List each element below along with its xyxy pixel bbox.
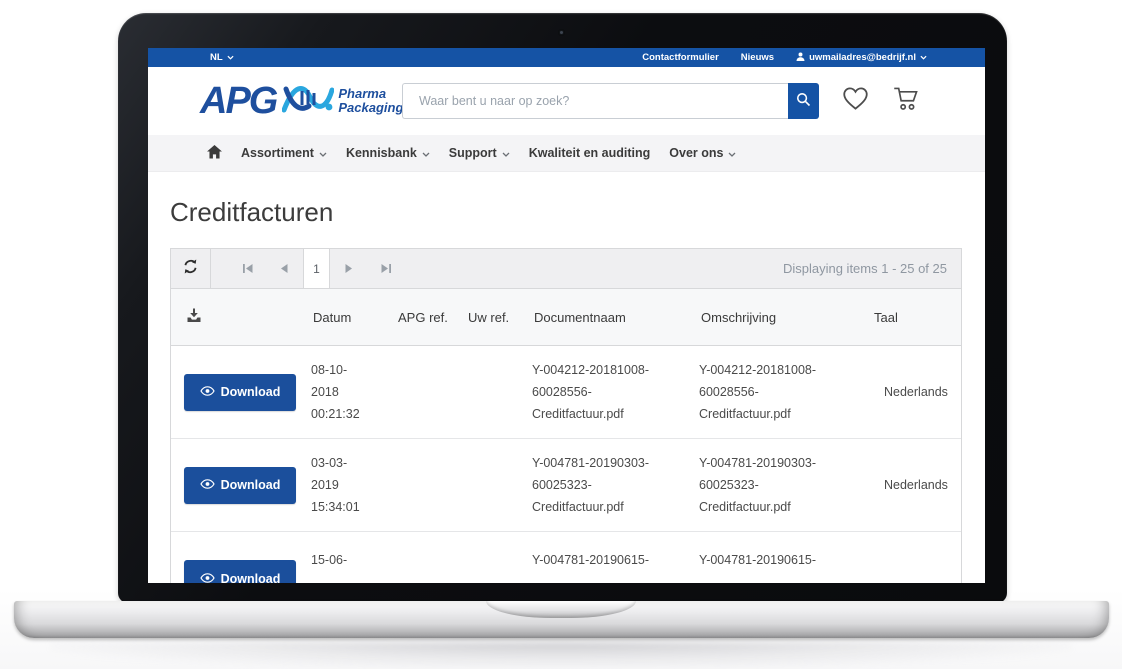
account-menu[interactable]: uwmailadres@bedrijf.nl — [796, 52, 927, 64]
user-icon — [796, 52, 805, 64]
cell-taal: Nederlands — [859, 474, 963, 496]
contact-form-label: Contactformulier — [642, 52, 719, 63]
nav-assortiment[interactable]: Assortiment — [241, 146, 327, 160]
cell-omschrijving: Y-004781-20190303-60025323-Creditfactuur… — [686, 452, 859, 518]
laptop-screen: NL Contactformulier Nieuws uwmailadre — [148, 48, 985, 583]
search-bar — [402, 83, 819, 119]
nav-kennisbank[interactable]: Kennisbank — [346, 146, 430, 160]
page-title: Creditfacturen — [170, 197, 963, 228]
cell-documentnaam: Y-004781-20190303-60025323-Creditfactuur… — [519, 452, 686, 518]
laptop-reflection — [50, 642, 1072, 668]
chevron-down-icon — [422, 146, 430, 160]
download-all-column-header[interactable] — [173, 308, 300, 326]
news-link[interactable]: Nieuws — [741, 52, 774, 63]
first-page-button[interactable] — [229, 249, 266, 288]
refresh-button[interactable] — [171, 249, 211, 288]
column-header-datum[interactable]: Datum — [300, 310, 385, 325]
heart-icon — [842, 86, 869, 116]
news-label: Nieuws — [741, 52, 774, 63]
chevron-down-icon — [728, 146, 736, 160]
column-header-omschrijving[interactable]: Omschrijving — [688, 310, 861, 325]
search-button[interactable] — [788, 83, 819, 119]
chevron-down-icon — [319, 146, 327, 160]
column-header-documentnaam[interactable]: Documentnaam — [521, 310, 688, 325]
search-icon — [796, 92, 811, 110]
cell-documentnaam: Y-004212-20181008-60028556-Creditfactuur… — [519, 359, 686, 425]
eye-icon — [200, 572, 215, 584]
column-header-taal[interactable]: Taal — [861, 310, 965, 325]
logo-wordmark: APG — [200, 82, 276, 120]
table-body: Download 08-10-2018 00:21:32 Y-004212-20… — [171, 346, 961, 583]
download-button[interactable]: Download — [184, 374, 296, 411]
nav-label: Kwaliteit en auditing — [529, 146, 651, 160]
cell-datum: 15-06- — [298, 549, 383, 571]
home-icon — [207, 145, 222, 162]
download-button-label: Download — [221, 478, 281, 492]
nav-label: Kennisbank — [346, 146, 417, 160]
nav-kwaliteit-en-auditing[interactable]: Kwaliteit en auditing — [529, 146, 651, 160]
cell-datum: 03-03-2019 15:34:01 — [298, 452, 383, 518]
table-row: Download 03-03-2019 15:34:01 Y-004781-20… — [171, 439, 961, 532]
nav-home[interactable] — [207, 145, 222, 162]
cell-omschrijving: Y-004212-20181008-60028556-Creditfactuur… — [686, 359, 859, 425]
documents-grid: 1 Displaying items 1 - 25 of 25 — [170, 248, 962, 583]
account-email: uwmailadres@bedrijf.nl — [809, 52, 916, 63]
page-content: Creditfacturen — [148, 197, 985, 583]
language-label: NL — [210, 52, 223, 63]
nav-support[interactable]: Support — [449, 146, 510, 160]
chevron-down-icon — [502, 146, 510, 160]
company-logo[interactable]: APG Pharma Packa — [200, 80, 400, 123]
webcam-dot — [558, 29, 565, 36]
nav-over-ons[interactable]: Over ons — [669, 146, 736, 160]
cell-documentnaam: Y-004781-20190615- — [519, 549, 686, 571]
table-row: Download 15-06- Y-004781-20190615- Y-004… — [171, 532, 961, 583]
nav-label: Over ons — [669, 146, 723, 160]
nav-label: Support — [449, 146, 497, 160]
search-input[interactable] — [402, 83, 788, 119]
eye-icon — [200, 478, 215, 492]
wishlist-button[interactable] — [842, 86, 869, 116]
pager: 1 — [229, 249, 404, 288]
column-header-uw-ref[interactable]: Uw ref. — [455, 310, 521, 325]
logo-tagline: Pharma Packaging — [338, 87, 403, 115]
eye-icon — [200, 385, 215, 399]
nav-label: Assortiment — [241, 146, 314, 160]
download-button[interactable]: Download — [184, 467, 296, 504]
shopping-cart-icon — [892, 85, 921, 117]
chevron-down-icon — [920, 52, 927, 63]
previous-page-button[interactable] — [266, 249, 303, 288]
grid-header-row: Datum APG ref. Uw ref. Documentnaam Omsc… — [171, 289, 961, 346]
page-background: NL Contactformulier Nieuws uwmailadre — [0, 0, 1122, 669]
contact-form-link[interactable]: Contactformulier — [642, 52, 719, 63]
utility-bar: NL Contactformulier Nieuws uwmailadre — [148, 48, 985, 67]
grid-toolbar: 1 Displaying items 1 - 25 of 25 — [171, 249, 961, 289]
download-button-label: Download — [221, 385, 281, 399]
laptop-bezel: NL Contactformulier Nieuws uwmailadre — [118, 13, 1007, 603]
language-selector[interactable]: NL — [210, 52, 234, 63]
cell-datum: 08-10-2018 00:21:32 — [298, 359, 383, 425]
dna-helix-icon — [282, 80, 334, 123]
download-button[interactable]: Download — [184, 560, 296, 583]
refresh-icon — [182, 258, 199, 280]
chevron-down-icon — [227, 52, 234, 63]
download-icon — [186, 308, 202, 326]
cell-taal: Nederlands — [859, 381, 963, 403]
next-page-button[interactable] — [330, 249, 367, 288]
pagination-status: Displaying items 1 - 25 of 25 — [783, 261, 961, 276]
cart-button[interactable] — [892, 85, 921, 117]
last-page-button[interactable] — [367, 249, 404, 288]
site-header: APG Pharma Packa — [148, 67, 985, 135]
column-header-apg-ref[interactable]: APG ref. — [385, 310, 455, 325]
cell-omschrijving: Y-004781-20190615- — [686, 549, 859, 571]
table-row: Download 08-10-2018 00:21:32 Y-004212-20… — [171, 346, 961, 439]
main-nav: Assortiment Kennisbank Support — [148, 135, 985, 172]
download-button-label: Download — [221, 572, 281, 584]
current-page-indicator[interactable]: 1 — [303, 249, 330, 288]
